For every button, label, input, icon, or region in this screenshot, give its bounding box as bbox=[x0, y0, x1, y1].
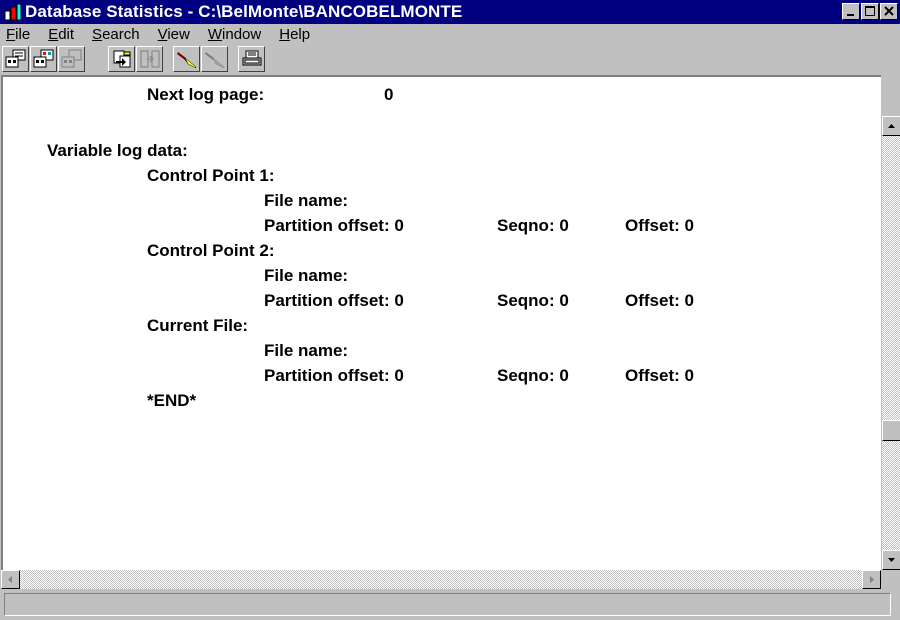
copy-button[interactable] bbox=[108, 46, 135, 72]
print-icon bbox=[242, 50, 262, 66]
title-bar[interactable]: Database Statistics - C:\BelMonte\BANCOB… bbox=[0, 0, 900, 24]
minimize-button[interactable] bbox=[842, 3, 860, 20]
vertical-scroll-thumb[interactable] bbox=[882, 420, 900, 441]
current-file-heading: Current File: bbox=[147, 316, 249, 335]
window-controls bbox=[841, 3, 898, 20]
open-file-button[interactable] bbox=[30, 46, 57, 72]
open-database-button[interactable] bbox=[2, 46, 29, 72]
open-file-icon bbox=[33, 49, 54, 68]
highlight-disabled-icon bbox=[205, 52, 225, 69]
variable-log-data-heading: Variable log data: bbox=[47, 141, 188, 160]
arrow-up-icon bbox=[888, 124, 895, 128]
control-point-2-file-name: File name: bbox=[264, 266, 349, 285]
control-point-1-heading: Control Point 1: bbox=[147, 166, 275, 185]
menu-view[interactable]: View bbox=[158, 26, 190, 43]
horizontal-scrollbar[interactable] bbox=[1, 570, 881, 589]
control-point-2-heading: Control Point 2: bbox=[147, 241, 275, 260]
current-file-offset: Offset: 0 bbox=[625, 366, 694, 385]
close-database-icon bbox=[61, 49, 82, 68]
maximize-icon bbox=[865, 6, 875, 16]
arrow-left-icon bbox=[8, 576, 12, 583]
menu-window[interactable]: Window bbox=[208, 26, 261, 43]
control-point-1-file-name: File name: bbox=[264, 191, 349, 210]
scrollbar-corner bbox=[881, 570, 900, 589]
scroll-left-button[interactable] bbox=[1, 570, 20, 589]
copy-icon bbox=[113, 50, 131, 68]
vertical-scrollbar[interactable] bbox=[881, 116, 900, 570]
toolbar bbox=[0, 44, 900, 74]
database-app-icon bbox=[4, 3, 22, 21]
menu-edit[interactable]: Edit bbox=[48, 26, 74, 43]
control-point-1-offset: Offset: 0 bbox=[625, 216, 694, 235]
highlight-button[interactable] bbox=[173, 46, 200, 72]
current-file-file-name: File name: bbox=[264, 341, 349, 360]
statistics-document[interactable]: Next log page: 0 Variable log data: Cont… bbox=[1, 75, 881, 570]
control-point-1-seqno: Seqno: 0 bbox=[497, 216, 569, 235]
scroll-down-button[interactable] bbox=[882, 550, 900, 570]
end-marker: *END* bbox=[147, 391, 197, 410]
menu-bar: File Edit Search View Window Help bbox=[0, 24, 900, 44]
open-database-icon bbox=[5, 49, 26, 68]
minimize-icon bbox=[847, 14, 854, 16]
split-icon bbox=[140, 50, 160, 68]
status-pane bbox=[4, 593, 891, 616]
close-button[interactable] bbox=[880, 3, 898, 20]
status-bar bbox=[0, 589, 900, 620]
menu-search[interactable]: Search bbox=[92, 26, 140, 43]
menu-file[interactable]: File bbox=[6, 26, 30, 43]
highlight-icon bbox=[177, 52, 197, 69]
maximize-button[interactable] bbox=[861, 3, 879, 20]
close-icon bbox=[884, 6, 894, 16]
database-statistics-window: Database Statistics - C:\BelMonte\BANCOB… bbox=[0, 0, 900, 620]
split-button bbox=[136, 46, 163, 72]
control-point-2-partition-offset: Partition offset: 0 bbox=[264, 291, 404, 310]
current-file-partition-offset: Partition offset: 0 bbox=[264, 366, 404, 385]
control-point-1-partition-offset: Partition offset: 0 bbox=[264, 216, 404, 235]
print-button[interactable] bbox=[238, 46, 265, 72]
highlight-disabled-button bbox=[201, 46, 228, 72]
arrow-right-icon bbox=[870, 576, 874, 583]
scroll-up-button[interactable] bbox=[882, 116, 900, 136]
next-log-page-label: Next log page: bbox=[147, 85, 265, 104]
arrow-down-icon bbox=[888, 558, 895, 562]
control-point-2-offset: Offset: 0 bbox=[625, 291, 694, 310]
current-file-seqno: Seqno: 0 bbox=[497, 366, 569, 385]
scroll-right-button[interactable] bbox=[862, 570, 881, 589]
close-database-button bbox=[58, 46, 85, 72]
window-title: Database Statistics - C:\BelMonte\BANCOB… bbox=[25, 2, 463, 21]
next-log-page-value: 0 bbox=[384, 85, 394, 104]
menu-help[interactable]: Help bbox=[279, 26, 310, 43]
control-point-2-seqno: Seqno: 0 bbox=[497, 291, 569, 310]
